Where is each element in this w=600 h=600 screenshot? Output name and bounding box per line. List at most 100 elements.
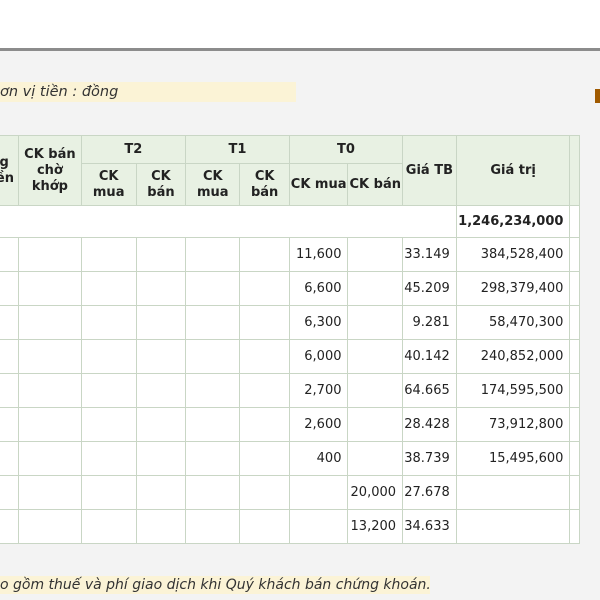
cell-t1-sell xyxy=(239,509,290,544)
cell-t0-buy: 6,000 xyxy=(288,339,349,374)
table-row: 6,000 40.142 240,852,000 xyxy=(0,339,580,374)
cell-balance xyxy=(0,475,20,510)
cell-balance xyxy=(0,407,20,442)
cell-pending-sell xyxy=(18,373,82,408)
cell-value: 174,595,500 xyxy=(455,373,571,408)
cell-pending-sell xyxy=(18,407,82,442)
cell-value xyxy=(455,475,571,510)
cell-t1-buy xyxy=(185,509,241,544)
cell-t1-buy xyxy=(185,373,241,408)
cell-t2-buy xyxy=(80,441,137,476)
cell-value xyxy=(455,509,571,544)
stage: ơn vị tiền : đồng ng tiền CK bán chờ khớ… xyxy=(0,0,600,600)
cell-pending-sell xyxy=(18,339,82,374)
header-pending-sell: CK bán chờ khớp xyxy=(18,135,82,206)
top-band xyxy=(0,0,600,51)
cell-t1-sell xyxy=(239,271,290,306)
header-t1: T1 xyxy=(185,135,290,164)
cell-t1-sell xyxy=(239,305,290,340)
cell-t1-buy xyxy=(185,305,241,340)
cell-value: 15,495,600 xyxy=(455,441,571,476)
cell-value: 384,528,400 xyxy=(455,237,571,272)
cell-avg-price: 45.209 xyxy=(402,271,457,306)
cell-t2-buy xyxy=(80,339,137,374)
cell-t2-sell xyxy=(135,441,187,476)
header-account-balance: ng tiền xyxy=(0,135,20,206)
header-avg-price: Giá TB xyxy=(402,135,457,206)
cell-t0-sell xyxy=(347,407,404,442)
total-spacer xyxy=(0,205,457,238)
header-t0-sell: CK bán xyxy=(347,163,404,206)
cell-overflow xyxy=(569,509,580,544)
table-row: 400 38.739 15,495,600 xyxy=(0,441,580,476)
cell-t1-sell xyxy=(239,407,290,442)
cell-t0-sell xyxy=(347,305,404,340)
cell-avg-price: 38.739 xyxy=(402,441,457,476)
print-icon[interactable] xyxy=(595,89,600,103)
cell-t1-buy xyxy=(185,339,241,374)
cell-t0-sell xyxy=(347,237,404,272)
cell-balance xyxy=(0,441,20,476)
table-row: 2,600 28.428 73,912,800 xyxy=(0,407,580,442)
cell-t0-buy xyxy=(288,475,349,510)
header-value: Giá trị xyxy=(455,135,571,206)
cell-t2-sell xyxy=(135,509,187,544)
cell-t1-sell xyxy=(239,237,290,272)
cell-overflow xyxy=(569,407,580,442)
cell-t1-buy xyxy=(185,407,241,442)
cell-pending-sell xyxy=(18,305,82,340)
cell-overflow xyxy=(569,237,580,272)
cell-t1-buy xyxy=(185,441,241,476)
currency-unit-note: ơn vị tiền : đồng xyxy=(0,82,296,102)
fee-footnote: o gồm thuế và phí giao dịch khi Quý khác… xyxy=(0,576,430,594)
cell-t0-sell: 20,000 xyxy=(347,475,404,510)
cell-t0-sell xyxy=(347,271,404,306)
holdings-table: ng tiền CK bán chờ khớp T2 T1 T0 Giá TB … xyxy=(0,135,580,544)
cell-balance xyxy=(0,509,20,544)
cell-t0-buy: 2,600 xyxy=(288,407,349,442)
cell-avg-price: 28.428 xyxy=(402,407,457,442)
header-t0-buy: CK mua xyxy=(288,163,349,206)
cell-t2-buy xyxy=(80,475,137,510)
cell-t2-sell xyxy=(135,305,187,340)
header-t1-sell: CK bán xyxy=(239,163,290,206)
header-t2-buy: CK mua xyxy=(80,163,137,206)
header-t2-sell: CK bán xyxy=(135,163,187,206)
cell-t1-sell xyxy=(239,475,290,510)
header-overflow xyxy=(569,135,580,206)
cell-avg-price: 27.678 xyxy=(402,475,457,510)
header-t0: T0 xyxy=(288,135,404,164)
cell-t1-sell xyxy=(239,441,290,476)
cell-t0-buy xyxy=(288,509,349,544)
total-overflow xyxy=(569,205,580,238)
cell-t2-buy xyxy=(80,373,137,408)
total-value: 1,246,234,000 xyxy=(455,205,571,238)
cell-t0-sell xyxy=(347,373,404,408)
cell-overflow xyxy=(569,373,580,408)
cell-overflow xyxy=(569,441,580,476)
cell-t2-sell xyxy=(135,237,187,272)
table-row: 2,700 64.665 174,595,500 xyxy=(0,373,580,408)
total-row: 1,246,234,000 xyxy=(0,205,580,238)
cell-t0-buy: 6,600 xyxy=(288,271,349,306)
cell-avg-price: 40.142 xyxy=(402,339,457,374)
cell-avg-price: 64.665 xyxy=(402,373,457,408)
table-body: 1,246,234,000 11,600 33.149 384,528,400 6,6… xyxy=(0,205,580,544)
cell-balance xyxy=(0,373,20,408)
cell-t1-sell xyxy=(239,373,290,408)
cell-t0-buy: 11,600 xyxy=(288,237,349,272)
cell-t1-buy xyxy=(185,237,241,272)
cell-t2-sell xyxy=(135,475,187,510)
cell-overflow xyxy=(569,271,580,306)
cell-value: 58,470,300 xyxy=(455,305,571,340)
cell-pending-sell xyxy=(18,475,82,510)
cell-balance xyxy=(0,271,20,306)
cell-t0-buy: 6,300 xyxy=(288,305,349,340)
cell-pending-sell xyxy=(18,441,82,476)
cell-value: 73,912,800 xyxy=(455,407,571,442)
table-row: 13,200 34.633 xyxy=(0,509,580,544)
cell-t2-sell xyxy=(135,339,187,374)
table-row: 6,600 45.209 298,379,400 xyxy=(0,271,580,306)
cell-t0-sell xyxy=(347,441,404,476)
cell-avg-price: 34.633 xyxy=(402,509,457,544)
